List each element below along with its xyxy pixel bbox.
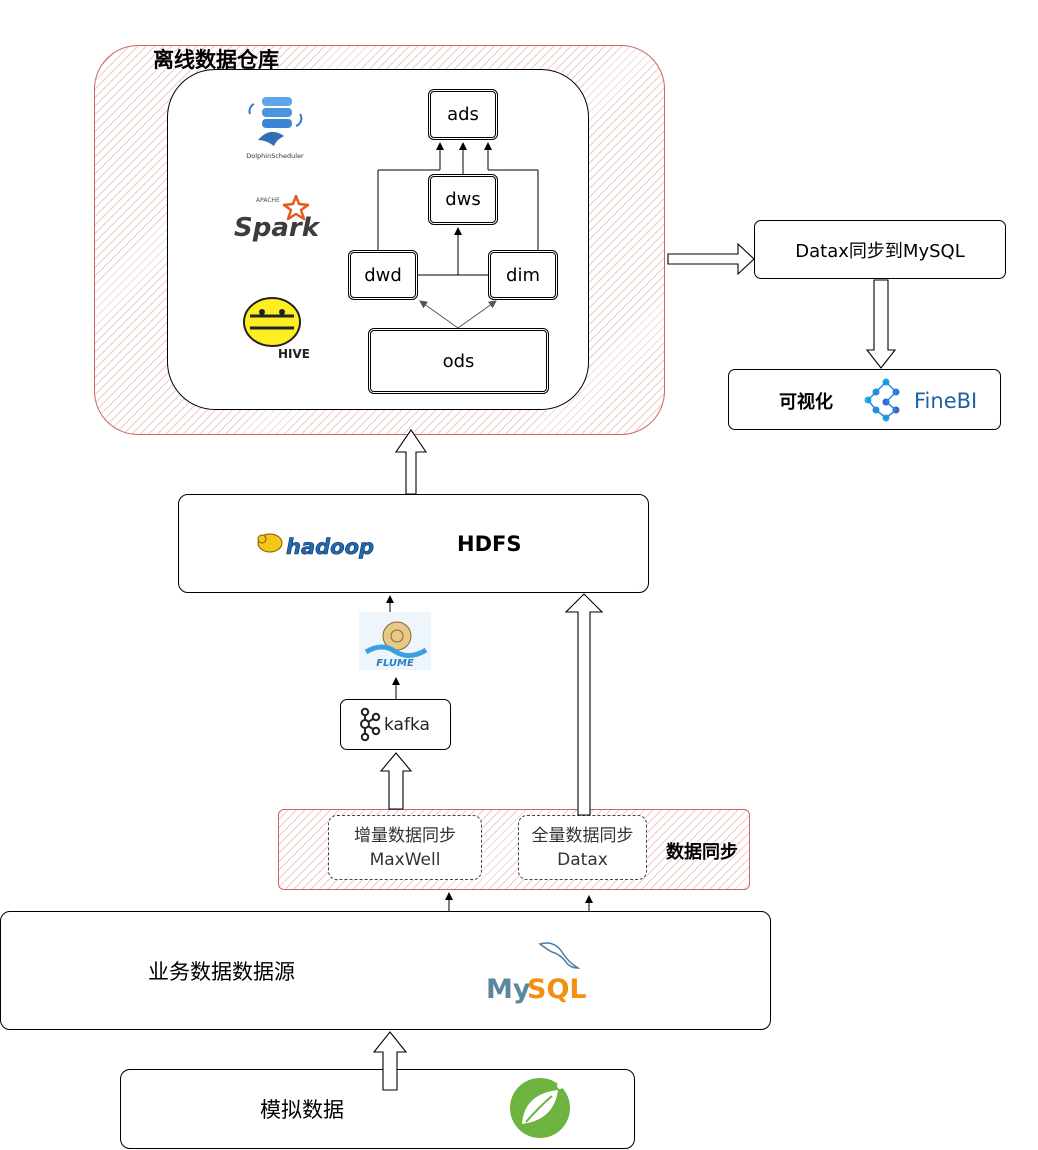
mysql-text-my: My (486, 974, 531, 1005)
mysql-logo: My SQL (486, 942, 587, 1005)
hdfs-to-warehouse-arrow (394, 429, 428, 495)
flume-logo: FLUME (359, 612, 431, 670)
mock-to-source-arrow (372, 1031, 408, 1091)
spring-logo (510, 1078, 570, 1138)
hive-logo: HIVE (243, 297, 310, 361)
flume-text: FLUME (376, 658, 414, 669)
ods-connectors (419, 300, 497, 329)
hadoop-text: hadoop (286, 535, 374, 559)
kafka-logo: kafka (360, 707, 430, 742)
spark-apache-text: APACHE (256, 197, 280, 204)
hadoop-logo: hadoop (257, 533, 374, 559)
finebi-logo: FineBI (864, 378, 977, 422)
kafka-text: kafka (384, 715, 430, 735)
warehouse-connectors (377, 142, 539, 276)
warehouse-to-export-arrow (667, 242, 755, 276)
finebi-text: FineBI (914, 389, 977, 413)
export-to-bi-arrow (865, 279, 897, 369)
dolphinscheduler-logo: DolphinScheduler (246, 97, 304, 160)
spark-logo: APACHE Spark (234, 194, 321, 243)
datax-to-hdfs-arrow (564, 593, 604, 816)
hive-text: HIVE (278, 347, 310, 361)
diagram-overlay: DolphinScheduler APACHE Spark HIVE FineB… (234, 97, 977, 1138)
mysql-text-sql: SQL (527, 974, 587, 1005)
maxwell-to-kafka-arrow (379, 752, 413, 810)
dolphinscheduler-text: DolphinScheduler (246, 152, 304, 160)
spark-text: Spark (234, 213, 321, 243)
